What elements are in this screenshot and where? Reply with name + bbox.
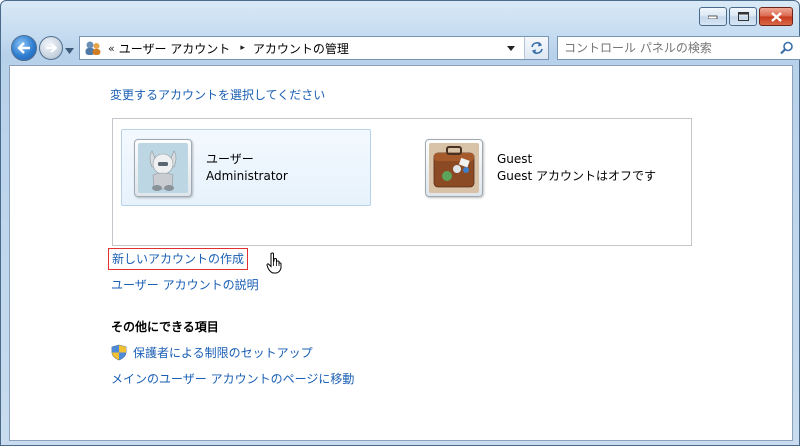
arrow-right-icon — [46, 43, 57, 53]
account-tile-guest[interactable]: Guest Guest アカウントはオフです — [413, 129, 663, 206]
account-name: Guest — [497, 151, 533, 166]
address-row: « ユーザー アカウント ▸ アカウントの管理 — [9, 33, 800, 61]
account-info: ユーザー Administrator — [206, 151, 288, 185]
account-type: Administrator — [206, 168, 288, 183]
address-bar[interactable]: « ユーザー アカウント ▸ アカウントの管理 — [79, 36, 549, 60]
account-name: ユーザー — [206, 151, 254, 166]
back-button[interactable] — [11, 35, 37, 61]
account-tile-user[interactable]: ユーザー Administrator — [121, 129, 371, 206]
forward-button[interactable] — [39, 36, 63, 60]
parental-controls-item[interactable]: 保護者による制限のセットアップ — [111, 344, 313, 361]
breadcrumb-separator[interactable]: ▸ — [240, 43, 245, 53]
search-input[interactable] — [564, 41, 764, 55]
close-button[interactable] — [759, 7, 793, 26]
maximize-button[interactable] — [729, 7, 757, 26]
account-status: Guest アカウントはオフです — [497, 168, 657, 183]
breadcrumb-user-accounts[interactable]: ユーザー アカウント — [119, 40, 231, 57]
hand-cursor-icon — [266, 252, 282, 274]
close-icon — [770, 11, 782, 22]
minimize-icon — [708, 15, 718, 19]
window-frame: « ユーザー アカウント ▸ アカウントの管理 コントロール パネルの検索 変更… — [0, 0, 800, 446]
refresh-icon — [530, 42, 543, 54]
suitcase-avatar-icon — [429, 142, 479, 193]
robot-avatar-icon — [138, 142, 188, 193]
avatar — [425, 138, 483, 197]
content-pane: 変更するアカウントを選択してください ユーザー Administrator Gu… — [9, 65, 793, 441]
recent-pages-dropdown[interactable] — [65, 43, 74, 57]
chevron-down-icon — [65, 48, 74, 54]
chevron-down-icon — [507, 45, 515, 51]
account-list: ユーザー Administrator Guest Guest アカウントはオフで… — [112, 118, 692, 246]
maximize-icon — [737, 12, 749, 21]
title-bar[interactable] — [1, 1, 799, 33]
search-box[interactable] — [557, 36, 800, 60]
breadcrumb-manage-accounts[interactable]: アカウントの管理 — [253, 40, 349, 57]
breadcrumb-overflow[interactable]: « — [108, 42, 115, 55]
other-tasks-title: その他にできる項目 — [111, 320, 219, 334]
create-account-link[interactable]: 新しいアカウントの作成 — [108, 248, 249, 270]
users-icon — [82, 37, 104, 59]
avatar — [134, 138, 192, 197]
refresh-button[interactable] — [524, 37, 548, 59]
minimize-button[interactable] — [699, 7, 727, 26]
main-user-accounts-link[interactable]: メインのユーザー アカウントのページに移動 — [111, 370, 354, 387]
search-icon[interactable] — [780, 41, 794, 55]
caption-buttons — [699, 7, 793, 26]
page-heading: 変更するアカウントを選択してください — [110, 88, 326, 102]
explain-accounts-link[interactable]: ユーザー アカウントの説明 — [111, 276, 259, 293]
account-info: Guest Guest アカウントはオフです — [497, 151, 656, 185]
uac-shield-icon — [111, 344, 127, 361]
arrow-left-icon — [17, 42, 30, 54]
parental-controls-link[interactable]: 保護者による制限のセットアップ — [133, 344, 313, 361]
address-dropdown[interactable] — [502, 37, 520, 59]
